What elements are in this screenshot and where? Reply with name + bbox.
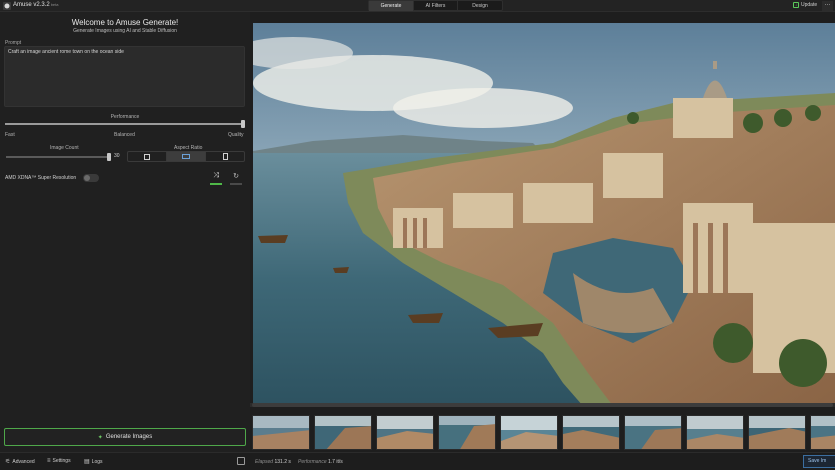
settings-icon: ≡ — [47, 458, 51, 464]
tab-generate[interactable]: Generate — [369, 1, 414, 11]
image-count-label: Image Count — [50, 145, 79, 151]
shuffle-button[interactable]: ⤨ — [210, 172, 222, 186]
thumbnail-image — [253, 416, 309, 449]
update-icon: ↓ — [793, 2, 799, 8]
shuffle-icon: ⤨ — [213, 172, 219, 179]
amd-super-resolution-toggle[interactable] — [83, 174, 99, 182]
logs-icon: ▤ — [84, 459, 90, 465]
version-tag: beta — [50, 2, 59, 7]
thumbnail-image — [377, 416, 433, 449]
thumbnail-strip — [252, 415, 835, 450]
scrollbar-thumb[interactable] — [252, 403, 833, 407]
refresh-icon: ↻ — [233, 173, 239, 180]
aspect-square-button[interactable] — [128, 152, 167, 161]
performance-slider-thumb[interactable] — [241, 120, 245, 128]
amuse-logo-icon — [3, 2, 11, 10]
thumbnail-scrollbar[interactable] — [250, 403, 835, 407]
refresh-indicator — [230, 183, 242, 185]
thumbnail-image — [625, 416, 681, 449]
amd-super-resolution-label: AMD XDNA™ Super Resolution — [5, 175, 77, 181]
generated-image[interactable] — [253, 23, 835, 406]
tick-fast: Fast — [5, 132, 15, 138]
advanced-label: Advanced — [12, 458, 35, 465]
image-count-slider-thumb[interactable] — [107, 153, 111, 161]
thumbnail[interactable] — [810, 415, 835, 450]
elapsed-value: 131.2 s — [274, 459, 291, 465]
magic-wand-icon: ✦ — [97, 434, 103, 441]
performance-stat: Performance 1.7 it/s — [298, 459, 343, 465]
logs-label: Logs — [91, 458, 103, 465]
app-title: Amuse v2.3.2beta — [13, 2, 58, 8]
welcome-subtitle: Generate Images using AI and Stable Diff… — [73, 28, 177, 34]
thumbnail[interactable] — [686, 415, 744, 450]
performance-slider[interactable] — [5, 120, 245, 128]
generate-images-label: Generate Images — [105, 434, 153, 440]
expand-icon[interactable] — [237, 457, 245, 465]
thumbnail[interactable] — [438, 415, 496, 450]
image-count-value: 30 — [114, 153, 120, 159]
logs-button[interactable]: ▤ Logs — [84, 458, 103, 466]
preview-area — [250, 12, 835, 452]
update-button[interactable]: ↓ Update — [793, 2, 817, 8]
aspect-landscape-button[interactable] — [167, 152, 206, 161]
elapsed-label: Elapsed — [255, 459, 274, 465]
portrait-icon — [222, 153, 228, 160]
tick-quality: Quality — [228, 132, 244, 138]
performance-label: Performance — [110, 114, 140, 120]
thumbnail[interactable] — [624, 415, 682, 450]
advanced-button[interactable]: ⚟ Advanced — [5, 458, 35, 466]
thumbnail-image — [563, 416, 619, 449]
toggle-knob — [84, 175, 90, 181]
thumbnail-image — [439, 416, 495, 449]
settings-button[interactable]: ≡ Settings — [47, 458, 71, 464]
shuffle-active-indicator — [210, 183, 222, 185]
app-title-text: Amuse v2.3.2 — [13, 2, 50, 8]
thumbnail-image — [315, 416, 371, 449]
thumbnail-image — [687, 416, 743, 449]
elapsed-stat: Elapsed 131.2 s — [255, 459, 291, 465]
status-bar: ⚟ Advanced ≡ Settings ▤ Logs Elapsed 131… — [0, 452, 835, 470]
thumbnail[interactable] — [748, 415, 806, 450]
performance-stat-value: 1.7 it/s — [328, 459, 343, 465]
performance-stat-label: Performance — [298, 459, 327, 465]
tab-design[interactable]: Design — [458, 1, 502, 11]
settings-label: Settings — [52, 458, 71, 464]
image-count-slider-fill — [6, 156, 111, 158]
refresh-button[interactable]: ↻ — [230, 172, 242, 186]
performance-slider-fill — [5, 123, 245, 125]
square-icon — [144, 153, 150, 160]
thumbnail[interactable] — [500, 415, 558, 450]
thumbnail[interactable] — [252, 415, 310, 450]
prompt-input[interactable]: Craft an image ancient rome town on the … — [4, 46, 245, 107]
tab-ai-filters[interactable]: AI Filters — [414, 1, 458, 11]
sliders-icon: ⚟ — [5, 459, 11, 465]
thumbnail-image — [749, 416, 805, 449]
settings-panel: Welcome to Amuse Generate! Generate Imag… — [0, 12, 250, 452]
tick-balanced: Balanced — [114, 132, 135, 138]
landscape-icon — [182, 154, 190, 159]
aspect-ratio-selector — [127, 151, 245, 162]
thumbnail[interactable] — [562, 415, 620, 450]
image-count-slider[interactable] — [6, 153, 111, 161]
welcome-title: Welcome to Amuse Generate! — [71, 18, 179, 27]
more-dots-icon[interactable]: … — [822, 1, 833, 11]
title-bar: Amuse v2.3.2beta Generate AI Filters Des… — [0, 0, 835, 12]
update-label: Update — [801, 2, 818, 8]
generate-images-button[interactable]: ✦ Generate Images — [4, 428, 246, 446]
save-image-button[interactable]: Save Im — [803, 455, 835, 468]
thumbnail-image — [811, 416, 835, 449]
aspect-portrait-button[interactable] — [206, 152, 244, 161]
save-image-label: Save Im — [808, 458, 827, 464]
mode-tabs: Generate AI Filters Design — [368, 0, 503, 11]
thumbnail[interactable] — [314, 415, 372, 450]
thumbnail[interactable] — [376, 415, 434, 450]
thumbnail-image — [501, 416, 557, 449]
